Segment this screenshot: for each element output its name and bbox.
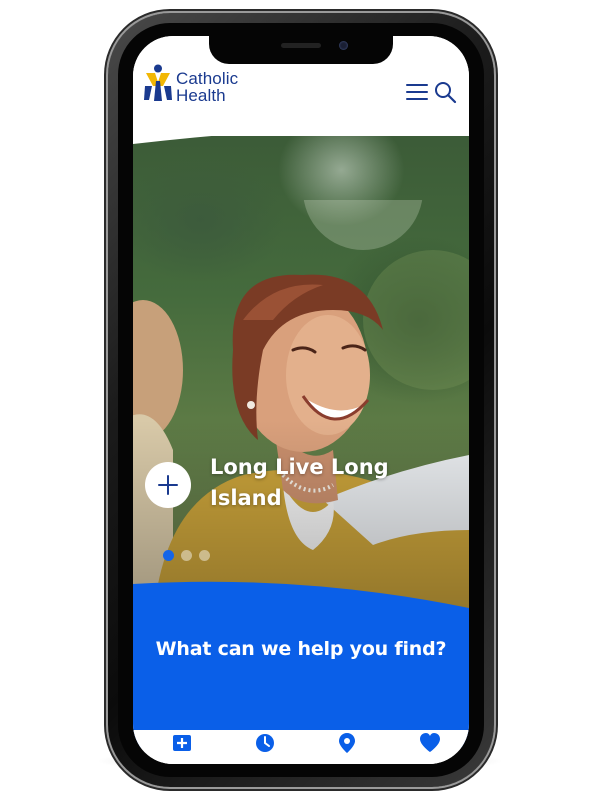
carousel-dot-1[interactable] bbox=[163, 550, 174, 561]
bottom-navigation bbox=[133, 730, 469, 764]
logo-line-1: Catholic bbox=[176, 69, 239, 88]
hero-title[interactable]: Long Live Long Island bbox=[210, 452, 400, 514]
catholic-health-logo[interactable]: Catholic Health bbox=[143, 62, 238, 104]
phone-notch bbox=[209, 36, 393, 64]
hero-caption: Long Live Long Island bbox=[145, 452, 400, 514]
plus-icon bbox=[158, 475, 178, 495]
carousel-dot-3[interactable] bbox=[199, 550, 210, 561]
logo-mark-icon bbox=[144, 64, 172, 101]
search-icon[interactable] bbox=[433, 80, 457, 104]
logo-wordmark: Catholic Health bbox=[176, 70, 238, 104]
clock-icon[interactable] bbox=[254, 732, 276, 754]
find-section: What can we help you find? bbox=[133, 578, 469, 748]
carousel-dot-2[interactable] bbox=[181, 550, 192, 561]
phone-screen: Catholic Health Long Live Long Island Wh… bbox=[133, 36, 469, 764]
medical-plus-icon[interactable] bbox=[171, 732, 193, 754]
logo-line-2: Health bbox=[176, 86, 226, 105]
find-heading[interactable]: What can we help you find? bbox=[133, 638, 469, 660]
header-actions bbox=[405, 80, 457, 104]
find-section-background bbox=[133, 581, 469, 748]
expand-plus-button[interactable] bbox=[145, 462, 191, 508]
carousel-dots bbox=[163, 550, 210, 561]
hero-carousel[interactable]: Long Live Long Island bbox=[133, 120, 469, 620]
heart-icon[interactable] bbox=[419, 732, 441, 754]
speaker-grille bbox=[281, 43, 321, 48]
front-camera bbox=[339, 41, 348, 50]
menu-icon[interactable] bbox=[405, 80, 429, 104]
location-pin-icon[interactable] bbox=[336, 732, 358, 754]
